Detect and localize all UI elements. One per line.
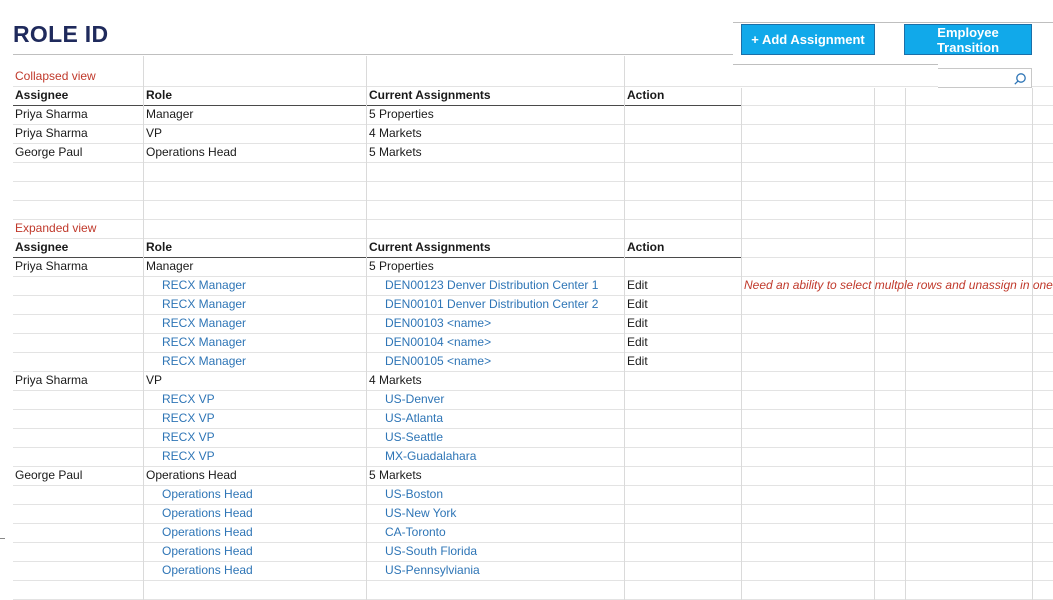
group-assignments[interactable]: 5 Markets <box>369 466 422 485</box>
item-assignment[interactable]: US-Seattle <box>385 428 443 447</box>
row-role[interactable]: Operations Head <box>146 143 237 162</box>
row-assignee[interactable]: Priya Sharma <box>15 124 88 143</box>
item-role[interactable]: RECX Manager <box>162 352 246 371</box>
item-role[interactable]: RECX Manager <box>162 276 246 295</box>
group-role[interactable]: Manager <box>146 257 193 276</box>
item-role[interactable]: RECX Manager <box>162 333 246 352</box>
item-assignment[interactable]: US-New York <box>385 504 456 523</box>
item-role[interactable]: RECX Manager <box>162 295 246 314</box>
group-assignee[interactable]: Priya Sharma <box>15 257 88 276</box>
item-role[interactable]: RECX VP <box>162 447 215 466</box>
item-assignment[interactable]: DEN00103 <name> <box>385 314 491 333</box>
row-assignments[interactable]: 5 Markets <box>369 143 422 162</box>
header-current-assignments: Current Assignments <box>369 240 491 254</box>
row-assignments[interactable]: 5 Properties <box>369 105 434 124</box>
row-assignee[interactable]: Priya Sharma <box>15 105 88 124</box>
item-assignment[interactable]: DEN00101 Denver Distribution Center 2 <box>385 295 598 314</box>
expanded-view-label: Expanded view <box>15 221 97 235</box>
item-assignment[interactable]: US-South Florida <box>385 542 477 561</box>
search-icon <box>1014 73 1026 85</box>
item-assignment[interactable]: DEN00105 <name> <box>385 352 491 371</box>
row-assignments[interactable]: 4 Markets <box>369 124 422 143</box>
row-role[interactable]: Manager <box>146 105 193 124</box>
item-role[interactable]: RECX VP <box>162 390 215 409</box>
item-role[interactable]: RECX VP <box>162 409 215 428</box>
group-role[interactable]: VP <box>146 371 162 390</box>
row-role[interactable]: VP <box>146 124 162 143</box>
edit-link[interactable]: Edit <box>627 314 648 333</box>
item-assignment[interactable]: CA-Toronto <box>385 523 446 542</box>
annotation-note: Need an ability to select multple rows a… <box>744 278 1053 292</box>
item-role[interactable]: Operations Head <box>162 542 253 561</box>
edit-link[interactable]: Edit <box>627 295 648 314</box>
item-assignment[interactable]: US-Boston <box>385 485 443 504</box>
item-role[interactable]: Operations Head <box>162 504 253 523</box>
group-assignee[interactable]: George Paul <box>15 466 82 485</box>
edit-link[interactable]: Edit <box>627 333 648 352</box>
margin-tick <box>0 538 5 539</box>
header-current-assignments: Current Assignments <box>369 88 491 102</box>
group-assignments[interactable]: 5 Properties <box>369 257 434 276</box>
row-assignee[interactable]: George Paul <box>15 143 82 162</box>
header-assignee: Assignee <box>15 88 69 102</box>
item-role[interactable]: RECX Manager <box>162 314 246 333</box>
group-assignee[interactable]: Priya Sharma <box>15 371 88 390</box>
header-divider-right <box>733 22 1053 23</box>
item-role[interactable]: RECX VP <box>162 428 215 447</box>
header-role: Role <box>146 88 173 102</box>
header-divider <box>13 54 733 55</box>
edit-link[interactable]: Edit <box>627 352 648 371</box>
item-assignment[interactable]: MX-Guadalahara <box>385 447 476 466</box>
collapsed-view-label: Collapsed view <box>15 69 96 83</box>
search-input[interactable] <box>938 68 1032 88</box>
header-action: Action <box>627 240 665 254</box>
group-assignments[interactable]: 4 Markets <box>369 371 422 390</box>
group-role[interactable]: Operations Head <box>146 466 237 485</box>
header-assignee: Assignee <box>15 240 69 254</box>
header-action: Action <box>627 88 665 102</box>
search-divider <box>733 64 938 65</box>
employee-transition-button[interactable]: Employee Transition <box>904 24 1032 55</box>
item-role[interactable]: Operations Head <box>162 485 253 504</box>
item-assignment[interactable]: US-Pennsylviania <box>385 561 480 580</box>
header-role: Role <box>146 240 173 254</box>
item-assignment[interactable]: DEN00123 Denver Distribution Center 1 <box>385 276 598 295</box>
edit-link[interactable]: Edit <box>627 276 648 295</box>
item-role[interactable]: Operations Head <box>162 523 253 542</box>
item-assignment[interactable]: DEN00104 <name> <box>385 333 491 352</box>
item-role[interactable]: Operations Head <box>162 561 253 580</box>
item-assignment[interactable]: US-Atlanta <box>385 409 443 428</box>
add-assignment-button[interactable]: + Add Assignment <box>741 24 875 55</box>
item-assignment[interactable]: US-Denver <box>385 390 444 409</box>
page-title: ROLE ID <box>13 21 109 47</box>
